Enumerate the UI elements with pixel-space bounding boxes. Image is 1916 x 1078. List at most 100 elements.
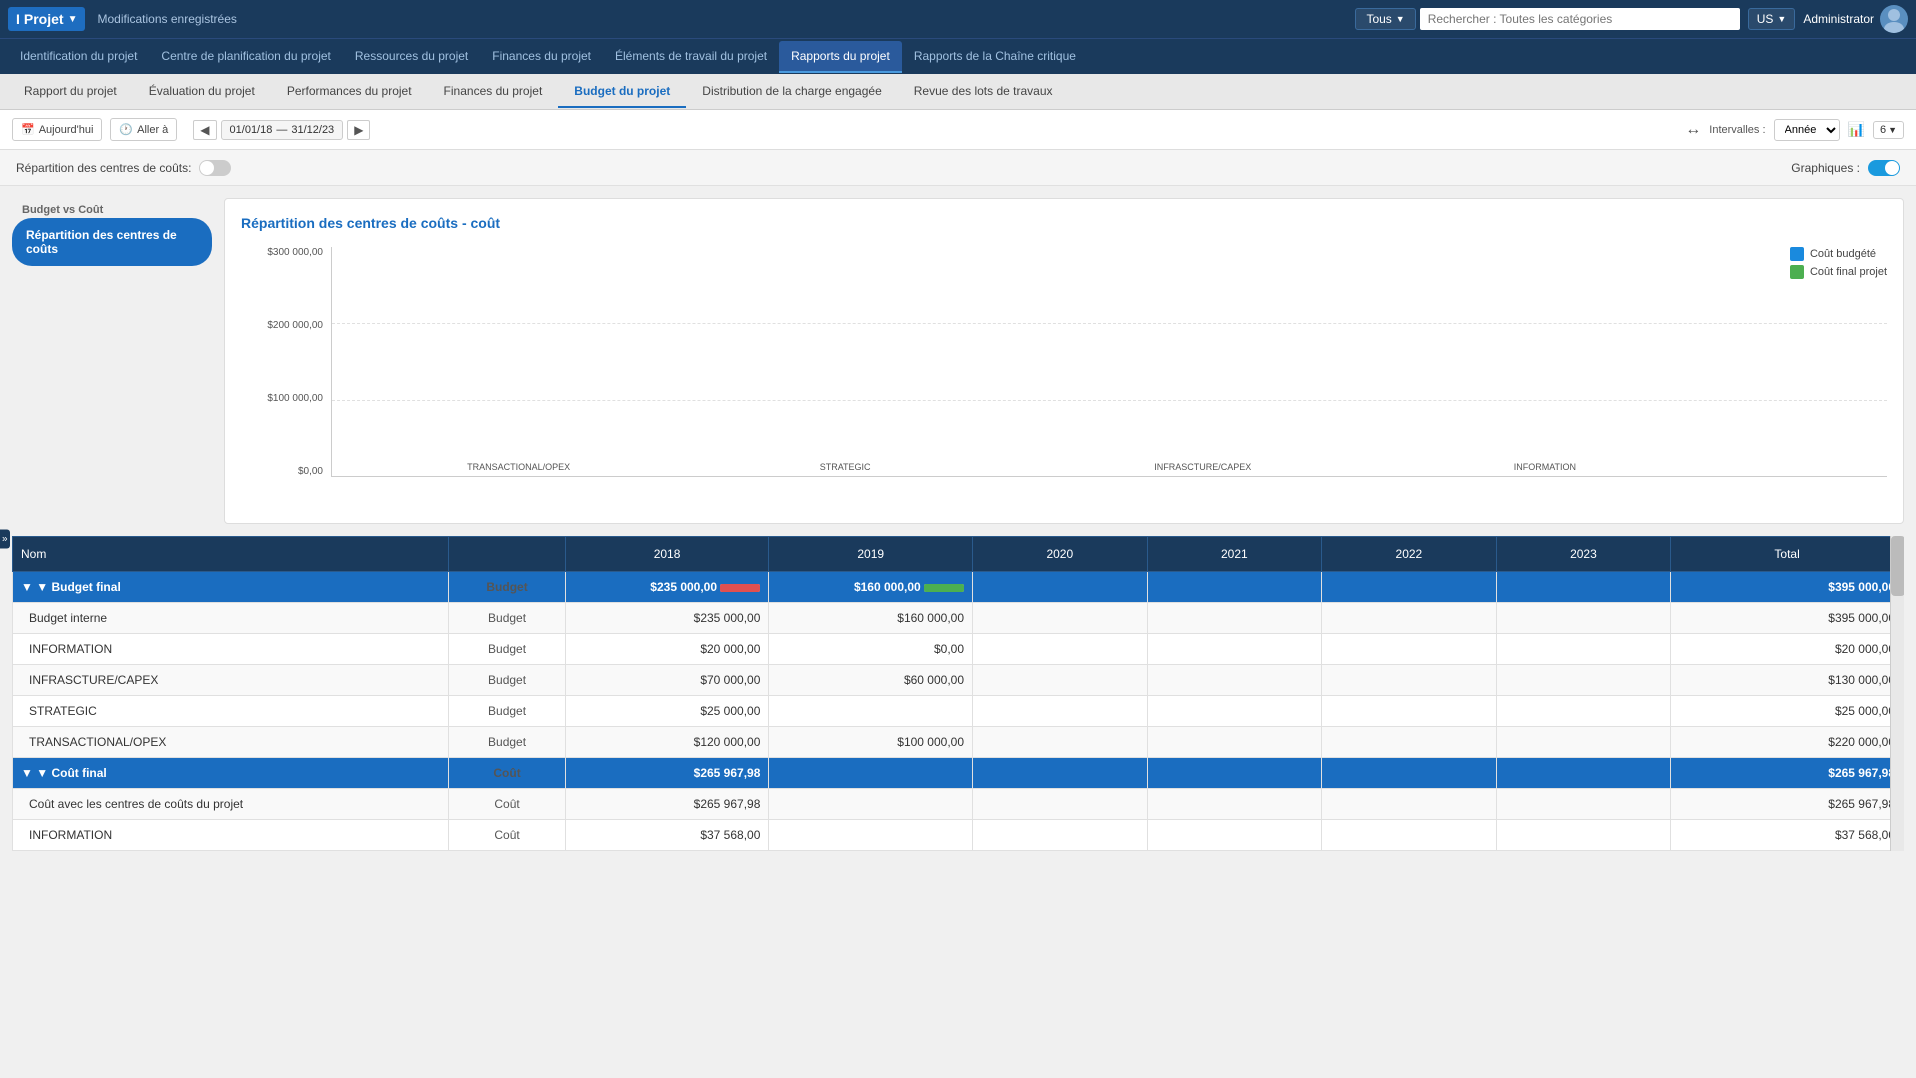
row-total: $37 568,00 [1671,820,1904,851]
subtab-work-lots[interactable]: Revue des lots de travaux [898,76,1069,108]
row-2018: $25 000,00 [565,696,769,727]
nav-tab-reports[interactable]: Rapports du projet [779,41,902,73]
nav-tab-finances[interactable]: Finances du projet [480,41,603,73]
sidebar-item-cost-centers[interactable]: Répartition des centres de coûts [12,218,212,266]
subtab-finances[interactable]: Finances du projet [428,76,559,108]
row-2018: $20 000,00 [565,634,769,665]
graphs-toggle[interactable] [1868,160,1900,176]
row-2020 [973,820,1148,851]
table-row: INFRASCTURE/CAPEX Budget $70 000,00 $60 … [13,665,1904,696]
today-button[interactable]: 📅 Aujourd'hui [12,118,102,141]
date-prev-button[interactable]: ◀ [193,120,216,140]
row-2019 [769,820,973,851]
intervals-icon: ↔ [1685,121,1701,139]
filter-group: Tous ▼ [1355,8,1739,30]
legend-item-budget: Coût budgété [1790,247,1887,261]
row-name: INFORMATION [13,634,449,665]
row-total: $20 000,00 [1671,634,1904,665]
row-2020 [973,572,1148,603]
table-scrollbar[interactable] [1890,536,1904,851]
row-2023 [1496,603,1671,634]
row-2018: $235 000,00 [565,572,769,603]
nav-tab-planning[interactable]: Centre de planification du projet [149,41,342,73]
goto-label: Aller à [137,124,168,136]
chart-title: Répartition des centres de coûts - coût [241,215,1887,231]
legend-label-final: Coût final projet [1810,266,1887,278]
row-2018: $235 000,00 [565,603,769,634]
row-type: Budget [449,696,565,727]
date-range: 01/01/18 — 31/12/23 [221,120,344,140]
nav-tab-work-items[interactable]: Éléments de travail du projet [603,41,779,73]
subtab-distribution[interactable]: Distribution de la charge engagée [686,76,897,108]
subtab-report[interactable]: Rapport du projet [8,76,133,108]
row-name: STRATEGIC [13,696,449,727]
cost-center-toggle[interactable] [199,160,231,176]
table-row: INFORMATION Coût $37 568,00 $37 568,00 [13,820,1904,851]
filter-dropdown[interactable]: Tous ▼ [1355,8,1415,30]
progress-fill [924,584,964,592]
row-2021 [1147,696,1322,727]
collapse-icon[interactable]: ▼ [21,766,33,780]
row-2018: $265 967,98 [565,758,769,789]
row-2020 [973,696,1148,727]
number-select[interactable]: 6 ▼ [1873,121,1904,139]
progress-bar [720,584,760,592]
table-row: ▼ ▼ Coût final Coût $265 967,98 $265 967… [13,758,1904,789]
row-type: Budget [449,572,565,603]
row-type: Budget [449,665,565,696]
row-2020 [973,727,1148,758]
date-next-button[interactable]: ▶ [347,120,370,140]
today-label: Aujourd'hui [39,124,94,136]
sidebar: Budget vs Coût Répartition des centres d… [12,198,212,524]
row-2021 [1147,572,1322,603]
row-2022 [1322,789,1497,820]
user-menu[interactable]: Administrator [1803,5,1908,33]
x-label-infra: INFRASCTURE/CAPEX [1078,462,1327,472]
table-row: STRATEGIC Budget $25 000,00 $25 000,00 [13,696,1904,727]
subtab-budget[interactable]: Budget du projet [558,76,686,108]
col-header-2018: 2018 [565,537,769,572]
x-label-transactional: TRANSACTIONAL/OPEX [410,462,628,472]
sub-nav: Rapport du projet Évaluation du projet P… [0,74,1916,110]
x-label-strategic: STRATEGIC [752,462,939,472]
row-2022 [1322,758,1497,789]
avatar [1880,5,1908,33]
row-2019: $60 000,00 [769,665,973,696]
scrollbar-thumb[interactable] [1891,536,1904,596]
nav-tab-critical-chain[interactable]: Rapports de la Chaîne critique [902,41,1088,73]
collapse-icon[interactable]: ▼ [21,580,33,594]
main-nav: Identification du projet Centre de plani… [0,38,1916,74]
row-2019 [769,758,973,789]
row-2023 [1496,572,1671,603]
graphs-label: Graphiques : [1791,161,1860,175]
app-logo[interactable]: I Projet ▼ [8,7,85,31]
row-2023 [1496,820,1671,851]
nav-tab-identification[interactable]: Identification du projet [8,41,149,73]
subtab-performance[interactable]: Performances du projet [271,76,428,108]
row-total: $265 967,98 [1671,789,1904,820]
row-type: Budget [449,603,565,634]
chevron-down-icon: ▼ [1888,125,1897,135]
save-status: Modifications enregistrées [97,12,236,26]
col-header-nom: Nom [13,537,449,572]
row-name: INFORMATION [13,820,449,851]
goto-button[interactable]: 🕐 Aller à [110,118,177,141]
row-2023 [1496,758,1671,789]
row-2022 [1322,634,1497,665]
subtab-evaluation[interactable]: Évaluation du projet [133,76,271,108]
left-collapse-handle[interactable]: » [0,530,10,549]
row-2021 [1147,634,1322,665]
row-2020 [973,758,1148,789]
row-2022 [1322,572,1497,603]
table-wrapper: Nom 2018 2019 2020 2021 2022 2023 Total … [12,536,1904,851]
nav-tab-resources[interactable]: Ressources du projet [343,41,480,73]
chart-wrapper: $300 000,00 $200 000,00 $100 000,00 $0,0… [241,247,1887,507]
date-navigation: ◀ 01/01/18 — 31/12/23 ▶ [193,120,370,140]
interval-select[interactable]: Année [1774,119,1840,141]
row-type: Budget [449,727,565,758]
row-2021 [1147,727,1322,758]
search-input[interactable] [1420,8,1740,30]
region-dropdown[interactable]: US ▼ [1748,8,1796,30]
row-total: $395 000,00 [1671,572,1904,603]
row-2023 [1496,696,1671,727]
